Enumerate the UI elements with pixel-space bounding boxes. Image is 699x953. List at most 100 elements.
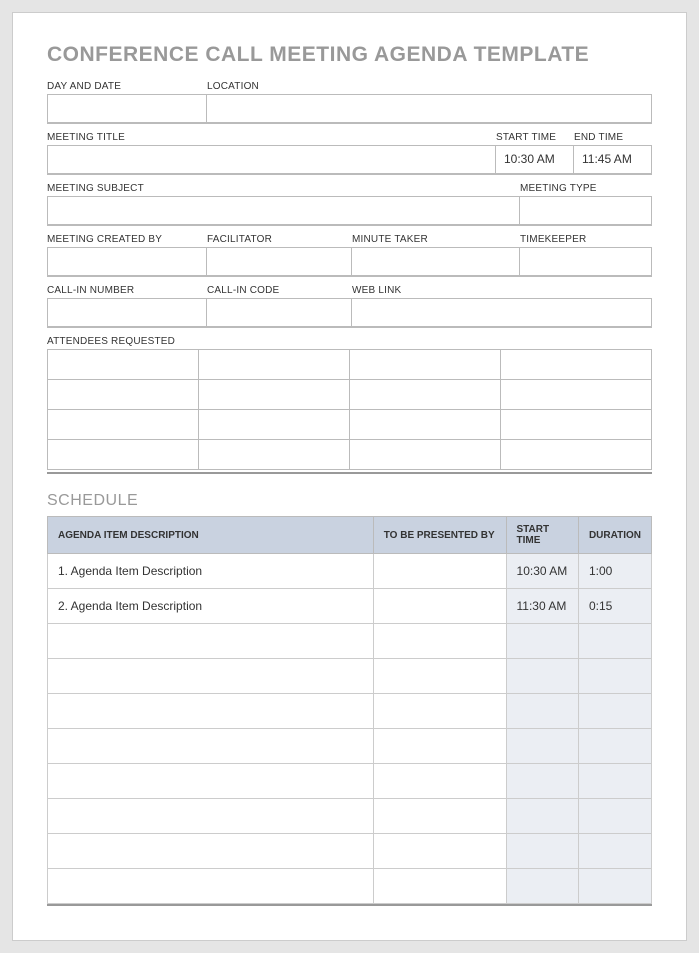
label-created-by: MEETING CREATED BY xyxy=(47,234,207,245)
attendee-cell[interactable] xyxy=(501,410,652,440)
label-facilitator: FACILITATOR xyxy=(207,234,352,245)
label-timekeeper: TIMEKEEPER xyxy=(520,234,652,245)
label-meeting-type: MEETING TYPE xyxy=(520,183,652,194)
schedule-row: 2. Agenda Item Description 11:30 AM0:15 xyxy=(48,589,652,624)
field-meeting-subject[interactable] xyxy=(47,196,520,224)
schedule-presenter[interactable] xyxy=(373,834,506,869)
field-web-link[interactable] xyxy=(352,298,652,326)
schedule-presenter[interactable] xyxy=(373,764,506,799)
schedule-desc[interactable] xyxy=(48,834,374,869)
schedule-desc[interactable] xyxy=(48,799,374,834)
attendee-cell[interactable] xyxy=(48,380,199,410)
field-start-time[interactable]: 10:30 AM xyxy=(496,145,574,173)
field-facilitator[interactable] xyxy=(207,247,352,275)
schedule-row: 1. Agenda Item Description 10:30 AM1:00 xyxy=(48,554,652,589)
label-end-time: END TIME xyxy=(574,132,652,143)
schedule-row xyxy=(48,659,652,694)
field-location[interactable] xyxy=(207,94,652,122)
schedule-duration[interactable] xyxy=(578,729,651,764)
schedule-start[interactable] xyxy=(506,799,578,834)
schedule-table: AGENDA ITEM DESCRIPTION TO BE PRESENTED … xyxy=(47,516,652,904)
attendee-cell[interactable] xyxy=(501,380,652,410)
attendee-cell[interactable] xyxy=(199,380,350,410)
schedule-start[interactable] xyxy=(506,694,578,729)
schedule-presenter[interactable] xyxy=(373,869,506,904)
schedule-presenter[interactable] xyxy=(373,694,506,729)
field-callin-code[interactable] xyxy=(207,298,352,326)
field-minute-taker[interactable] xyxy=(352,247,520,275)
schedule-desc[interactable] xyxy=(48,694,374,729)
schedule-presenter[interactable] xyxy=(373,729,506,764)
schedule-row xyxy=(48,834,652,869)
label-meeting-subject: MEETING SUBJECT xyxy=(47,183,520,194)
schedule-duration[interactable] xyxy=(578,659,651,694)
schedule-presenter[interactable] xyxy=(373,554,506,589)
schedule-row xyxy=(48,624,652,659)
schedule-start[interactable] xyxy=(506,834,578,869)
attendee-cell[interactable] xyxy=(350,440,501,470)
schedule-duration[interactable] xyxy=(578,834,651,869)
schedule-start[interactable] xyxy=(506,869,578,904)
schedule-duration[interactable] xyxy=(578,624,651,659)
attendee-cell[interactable] xyxy=(350,350,501,380)
schedule-row xyxy=(48,764,652,799)
field-end-time[interactable]: 11:45 AM xyxy=(574,145,652,173)
page: CONFERENCE CALL MEETING AGENDA TEMPLATE … xyxy=(12,12,687,941)
label-attendees: ATTENDEES REQUESTED xyxy=(47,336,652,347)
label-web-link: WEB LINK xyxy=(352,285,652,296)
field-day-date[interactable] xyxy=(47,94,207,122)
label-callin-code: CALL-IN CODE xyxy=(207,285,352,296)
attendee-cell[interactable] xyxy=(501,440,652,470)
col-desc: AGENDA ITEM DESCRIPTION xyxy=(48,517,374,554)
schedule-duration[interactable] xyxy=(578,799,651,834)
schedule-duration[interactable] xyxy=(578,764,651,799)
schedule-duration[interactable] xyxy=(578,694,651,729)
schedule-start[interactable] xyxy=(506,764,578,799)
schedule-presenter[interactable] xyxy=(373,589,506,624)
schedule-row xyxy=(48,694,652,729)
schedule-row xyxy=(48,729,652,764)
col-presenter: TO BE PRESENTED BY xyxy=(373,517,506,554)
label-day-date: DAY AND DATE xyxy=(47,81,207,92)
schedule-title: SCHEDULE xyxy=(47,492,652,510)
schedule-start[interactable] xyxy=(506,659,578,694)
schedule-row xyxy=(48,799,652,834)
field-meeting-type[interactable] xyxy=(520,196,652,224)
schedule-desc[interactable] xyxy=(48,869,374,904)
field-callin-number[interactable] xyxy=(47,298,207,326)
schedule-desc[interactable] xyxy=(48,624,374,659)
attendee-cell[interactable] xyxy=(350,410,501,440)
attendee-cell[interactable] xyxy=(48,350,199,380)
schedule-desc[interactable] xyxy=(48,764,374,799)
schedule-duration[interactable]: 0:15 xyxy=(578,589,651,624)
field-meeting-title[interactable] xyxy=(47,145,496,173)
schedule-start[interactable]: 10:30 AM xyxy=(506,554,578,589)
schedule-desc[interactable]: 2. Agenda Item Description xyxy=(48,589,374,624)
attendee-cell[interactable] xyxy=(199,410,350,440)
schedule-duration[interactable] xyxy=(578,869,651,904)
schedule-presenter[interactable] xyxy=(373,624,506,659)
page-title: CONFERENCE CALL MEETING AGENDA TEMPLATE xyxy=(47,43,652,67)
attendee-cell[interactable] xyxy=(501,350,652,380)
schedule-presenter[interactable] xyxy=(373,659,506,694)
attendee-cell[interactable] xyxy=(199,440,350,470)
attendee-cell[interactable] xyxy=(48,410,199,440)
attendee-cell[interactable] xyxy=(48,440,199,470)
schedule-desc[interactable] xyxy=(48,729,374,764)
schedule-start[interactable] xyxy=(506,729,578,764)
schedule-start[interactable] xyxy=(506,624,578,659)
label-meeting-title: MEETING TITLE xyxy=(47,132,496,143)
field-timekeeper[interactable] xyxy=(520,247,652,275)
schedule-duration[interactable]: 1:00 xyxy=(578,554,651,589)
label-location: LOCATION xyxy=(207,81,652,92)
schedule-start[interactable]: 11:30 AM xyxy=(506,589,578,624)
attendee-cell[interactable] xyxy=(199,350,350,380)
schedule-desc[interactable]: 1. Agenda Item Description xyxy=(48,554,374,589)
attendees-table xyxy=(47,349,652,470)
field-created-by[interactable] xyxy=(47,247,207,275)
schedule-desc[interactable] xyxy=(48,659,374,694)
label-start-time: START TIME xyxy=(496,132,574,143)
label-callin-number: CALL-IN NUMBER xyxy=(47,285,207,296)
schedule-presenter[interactable] xyxy=(373,799,506,834)
attendee-cell[interactable] xyxy=(350,380,501,410)
